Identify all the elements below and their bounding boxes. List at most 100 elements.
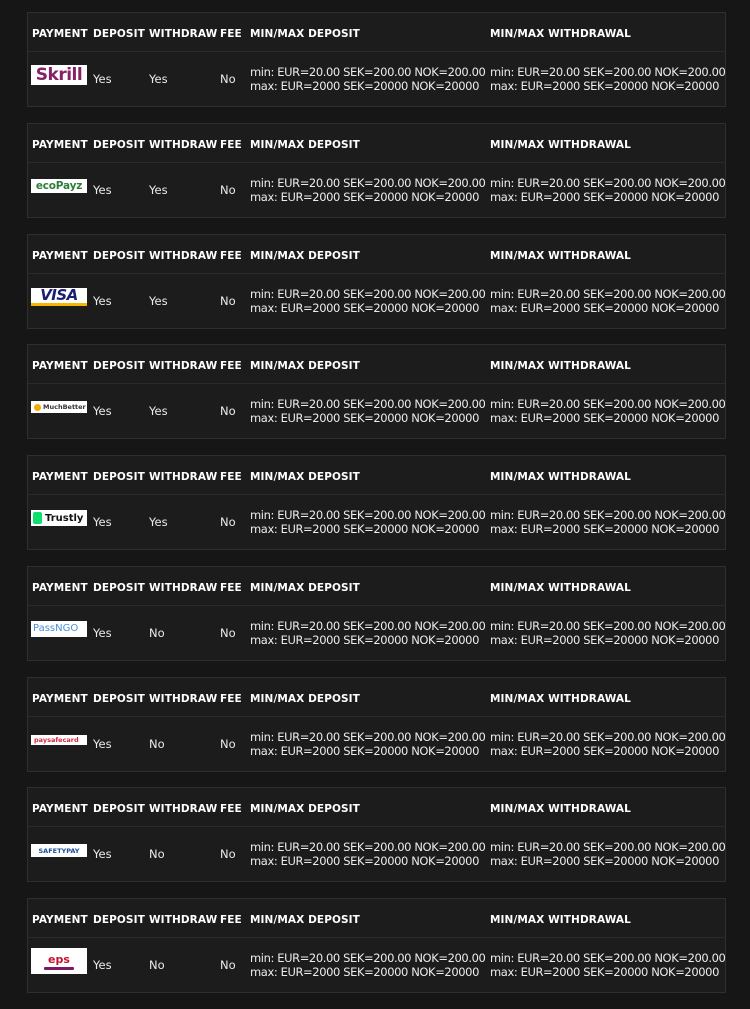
withdraw-value: Yes	[149, 182, 168, 197]
deposit-min: min: EUR=20.00 SEK=200.00 NOK=200.00	[250, 508, 486, 522]
withdrawal-min: min: EUR=20.00 SEK=200.00 NOK=200.00	[490, 65, 726, 79]
eps-bar-icon	[44, 966, 74, 970]
withdraw-value: Yes	[149, 72, 168, 86]
deposit-limits: min: EUR=20.00 SEK=200.00 NOK=200.00 max…	[250, 397, 486, 425]
ecopayz-logo: ecoPayz	[31, 178, 87, 193]
deposit-value: Yes	[93, 293, 112, 308]
deposit-min: min: EUR=20.00 SEK=200.00 NOK=200.00	[250, 175, 486, 190]
deposit-value: Yes	[93, 736, 112, 751]
withdrawal-limits: min: EUR=20.00 SEK=200.00 NOK=200.00 max…	[490, 619, 726, 647]
muchbetter-logo: MuchBetter	[31, 401, 87, 414]
payment-card: PAYMENT DEPOSIT WITHDRAW FEE MIN/MAX DEP…	[27, 455, 726, 550]
header-deposit: DEPOSIT	[93, 360, 145, 373]
deposit-max: max: EUR=2000 SEK=20000 NOK=20000	[250, 189, 480, 204]
header-minmax-deposit: MIN/MAX DEPOSIT	[250, 138, 360, 151]
header-minmax-withdrawal: MIN/MAX WITHDRAWAL	[490, 138, 631, 151]
withdrawal-limits: min: EUR=20.00 SEK=200.00 NOK=200.00 max…	[490, 65, 726, 93]
eps-logo: eps	[31, 948, 87, 974]
header-payment: PAYMENT	[32, 249, 88, 262]
muchbetter-mark-icon	[34, 403, 41, 411]
deposit-value: Yes	[93, 958, 112, 972]
header-minmax-withdrawal: MIN/MAX WITHDRAWAL	[490, 471, 631, 483]
withdrawal-max: max: EUR=2000 SEK=20000 NOK=20000	[490, 743, 720, 758]
card-header: PAYMENT DEPOSIT WITHDRAW FEE MIN/MAX DEP…	[28, 678, 725, 717]
withdrawal-limits: min: EUR=20.00 SEK=200.00 NOK=200.00 max…	[490, 287, 726, 315]
header-withdraw: WITHDRAW	[149, 581, 218, 594]
withdrawal-limits: min: EUR=20.00 SEK=200.00 NOK=200.00 max…	[490, 951, 726, 979]
payment-card: PAYMENT DEPOSIT WITHDRAW FEE MIN/MAX DEP…	[27, 344, 726, 440]
logo-text: paysafecard	[34, 735, 79, 744]
fee-value: No	[220, 72, 236, 86]
withdraw-value: Yes	[149, 293, 168, 308]
header-payment: PAYMENT	[32, 471, 88, 483]
header-payment: PAYMENT	[32, 692, 88, 705]
header-fee: FEE	[220, 914, 242, 926]
header-fee: FEE	[220, 581, 242, 594]
header-minmax-withdrawal: MIN/MAX WITHDRAWAL	[490, 360, 631, 373]
withdraw-value: No	[149, 958, 165, 972]
withdrawal-limits: min: EUR=20.00 SEK=200.00 NOK=200.00 max…	[490, 175, 726, 204]
header-minmax-withdrawal: MIN/MAX WITHDRAWAL	[490, 249, 631, 262]
header-payment: PAYMENT	[32, 360, 88, 373]
header-fee: FEE	[220, 249, 242, 262]
deposit-value: Yes	[93, 72, 112, 86]
deposit-max: max: EUR=2000 SEK=20000 NOK=20000	[250, 743, 480, 758]
deposit-limits: min: EUR=20.00 SEK=200.00 NOK=200.00 max…	[250, 508, 486, 536]
header-payment: PAYMENT	[32, 581, 88, 594]
card-header: PAYMENT DEPOSIT WITHDRAW FEE MIN/MAX DEP…	[28, 13, 725, 52]
header-minmax-deposit: MIN/MAX DEPOSIT	[250, 471, 360, 483]
card-row: Skrill Yes Yes No min: EUR=20.00 SEK=200…	[28, 51, 726, 106]
withdraw-value: No	[149, 847, 165, 862]
deposit-value: Yes	[93, 625, 112, 640]
header-deposit: DEPOSIT	[93, 28, 145, 40]
deposit-min: min: EUR=20.00 SEK=200.00 NOK=200.00	[250, 286, 486, 301]
deposit-max: max: EUR=2000 SEK=20000 NOK=20000	[250, 300, 480, 315]
header-deposit: DEPOSIT	[93, 471, 145, 483]
withdrawal-max: max: EUR=2000 SEK=20000 NOK=20000	[490, 411, 720, 426]
withdrawal-limits: min: EUR=20.00 SEK=200.00 NOK=200.00 max…	[490, 508, 726, 536]
header-payment: PAYMENT	[32, 28, 88, 40]
header-deposit: DEPOSIT	[93, 914, 145, 926]
deposit-limits: min: EUR=20.00 SEK=200.00 NOK=200.00 max…	[250, 65, 486, 93]
deposit-value: Yes	[93, 515, 112, 529]
deposit-value: Yes	[93, 847, 112, 862]
header-withdraw: WITHDRAW	[149, 692, 218, 705]
header-payment: PAYMENT	[32, 803, 88, 816]
withdrawal-min: min: EUR=20.00 SEK=200.00 NOK=200.00	[490, 729, 726, 744]
header-minmax-deposit: MIN/MAX DEPOSIT	[250, 692, 360, 705]
header-withdraw: WITHDRAW	[149, 249, 218, 262]
card-row: MuchBetter Yes Yes No min: EUR=20.00 SEK…	[28, 383, 726, 438]
payment-methods-list: PAYMENT DEPOSIT WITHDRAW FEE MIN/MAX DEP…	[27, 12, 726, 1009]
header-fee: FEE	[220, 360, 242, 373]
withdrawal-max: max: EUR=2000 SEK=20000 NOK=20000	[490, 79, 720, 93]
skrill-logo: Skrill	[31, 65, 87, 85]
withdrawal-max: max: EUR=2000 SEK=20000 NOK=20000	[490, 189, 720, 204]
deposit-min: min: EUR=20.00 SEK=200.00 NOK=200.00	[250, 729, 486, 744]
withdrawal-max: max: EUR=2000 SEK=20000 NOK=20000	[490, 854, 720, 869]
withdraw-value: No	[149, 736, 165, 751]
visa-logo: VISA	[31, 287, 87, 306]
header-fee: FEE	[220, 138, 242, 151]
header-minmax-deposit: MIN/MAX DEPOSIT	[250, 803, 360, 816]
fee-value: No	[220, 625, 236, 640]
header-fee: FEE	[220, 471, 242, 483]
deposit-value: Yes	[93, 404, 112, 419]
withdraw-value: Yes	[149, 515, 168, 529]
fee-value: No	[220, 404, 236, 419]
fee-value: No	[220, 293, 236, 308]
card-header: PAYMENT DEPOSIT WITHDRAW FEE MIN/MAX DEP…	[28, 345, 725, 385]
deposit-min: min: EUR=20.00 SEK=200.00 NOK=200.00	[250, 951, 486, 965]
card-header: PAYMENT DEPOSIT WITHDRAW FEE MIN/MAX DEP…	[28, 235, 725, 274]
card-row: PassNGO Yes No No min: EUR=20.00 SEK=200…	[28, 605, 726, 660]
withdrawal-max: max: EUR=2000 SEK=20000 NOK=20000	[490, 522, 720, 536]
withdrawal-min: min: EUR=20.00 SEK=200.00 NOK=200.00	[490, 175, 726, 190]
payment-card: PAYMENT DEPOSIT WITHDRAW FEE MIN/MAX DEP…	[27, 12, 726, 107]
card-header: PAYMENT DEPOSIT WITHDRAW FEE MIN/MAX DEP…	[28, 456, 725, 495]
deposit-max: max: EUR=2000 SEK=20000 NOK=20000	[250, 965, 480, 979]
payment-card: PAYMENT DEPOSIT WITHDRAW FEE MIN/MAX DEP…	[27, 122, 726, 218]
card-row: VISA Yes Yes No min: EUR=20.00 SEK=200.0…	[28, 273, 726, 328]
card-header: PAYMENT DEPOSIT WITHDRAW FEE MIN/MAX DEP…	[28, 124, 725, 163]
card-row: paysafecard Yes No No min: EUR=20.00 SEK…	[28, 716, 726, 771]
withdrawal-limits: min: EUR=20.00 SEK=200.00 NOK=200.00 max…	[490, 397, 726, 426]
header-minmax-withdrawal: MIN/MAX WITHDRAWAL	[490, 914, 631, 926]
